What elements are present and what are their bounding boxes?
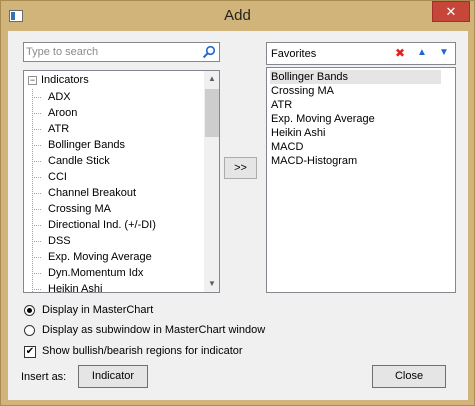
favorites-header: Favorites ✖ ▲ ▼ (266, 42, 456, 65)
display-masterchart-label: Display in MasterChart (42, 304, 154, 316)
favorite-item[interactable]: MACD-Histogram (270, 154, 441, 168)
tree-connector (32, 289, 41, 290)
search-box (23, 42, 220, 62)
tree-item-label: Crossing MA (48, 203, 111, 215)
tree-connector (32, 209, 41, 210)
window-close-button[interactable]: ✕ (432, 1, 470, 22)
insert-as-indicator-button[interactable]: Indicator (78, 365, 148, 388)
tree-vertical-scrollbar[interactable]: ▲ ▼ (204, 71, 219, 292)
tree-item-label: Aroon (48, 107, 78, 119)
tree-item-label: ADX (48, 91, 71, 103)
tree-item-label: Dyn.Momentum Idx (48, 267, 144, 279)
dialog-client-area: − Indicators ADXAroonATRBollinger BandsC… (8, 31, 468, 400)
window-title: Add (224, 7, 251, 24)
favorites-title: Favorites (271, 48, 317, 60)
title-bar[interactable]: Add ✕ (1, 1, 474, 31)
favorite-item[interactable]: ATR (270, 98, 441, 112)
tree-item-label: Exp. Moving Average (48, 251, 152, 263)
tree-item-label: Channel Breakout (48, 187, 137, 199)
tree-item-label: Heikin Ashi (48, 283, 103, 293)
tree-connector (32, 273, 41, 274)
tree-item-label: Bollinger Bands (48, 139, 126, 151)
close-button[interactable]: Close (372, 365, 446, 388)
move-up-icon[interactable]: ▲ (415, 46, 429, 60)
tree-connector (32, 161, 41, 162)
tree-connector (32, 241, 41, 242)
tree-item-label: CCI (48, 171, 67, 183)
tree-root-label: Indicators (41, 74, 89, 86)
scroll-up-arrow-icon[interactable]: ▲ (204, 71, 219, 87)
tree-connector (32, 225, 41, 226)
search-icon[interactable] (202, 45, 216, 59)
display-subwindow-radio[interactable] (24, 325, 35, 336)
display-masterchart-radio[interactable] (24, 305, 35, 316)
tree-item-label: Directional Ind. (+/-DI) (48, 219, 156, 231)
favorite-item[interactable]: Bollinger Bands (270, 70, 441, 84)
display-subwindow-label: Display as subwindow in MasterChart wind… (42, 324, 266, 336)
search-input[interactable] (26, 44, 196, 60)
tree-guide-line (32, 89, 33, 292)
favorite-item[interactable]: Crossing MA (270, 84, 441, 98)
tree-item-label: Candle Stick (48, 155, 110, 167)
scroll-thumb[interactable] (205, 89, 219, 137)
delete-favorite-icon[interactable]: ✖ (393, 46, 407, 60)
show-regions-checkbox[interactable]: ✔ (24, 346, 36, 358)
tree-connector (32, 129, 41, 130)
tree-connector (32, 97, 41, 98)
tree-connector (32, 177, 41, 178)
indicator-tree[interactable]: − Indicators ADX Aroon ATR Bollinger Bands C… (23, 70, 220, 293)
favorite-item[interactable]: Heikin Ashi (270, 126, 441, 140)
tree-item-label: DSS (48, 235, 71, 247)
tree-connector (32, 257, 41, 258)
favorites-list[interactable]: Bollinger Bands Crossing MA ATR Exp. Moving… (266, 67, 456, 293)
tree-connector (32, 145, 41, 146)
add-dialog-window: Add ✕ − Indicators ADXAroonATRBollinger … (0, 0, 475, 406)
add-to-favorites-button[interactable]: >> (224, 157, 257, 179)
favorite-item[interactable]: MACD (270, 140, 441, 154)
tree-connector (32, 193, 41, 194)
move-down-icon[interactable]: ▼ (437, 46, 451, 60)
show-regions-label: Show bullish/bearish regions for indicat… (42, 345, 243, 357)
collapse-expander-icon[interactable]: − (28, 76, 37, 85)
insert-as-label: Insert as: (21, 371, 67, 383)
scroll-down-arrow-icon[interactable]: ▼ (204, 276, 219, 292)
tree-connector (32, 113, 41, 114)
tree-item-label: ATR (48, 123, 70, 135)
favorite-item[interactable]: Exp. Moving Average (270, 112, 441, 126)
